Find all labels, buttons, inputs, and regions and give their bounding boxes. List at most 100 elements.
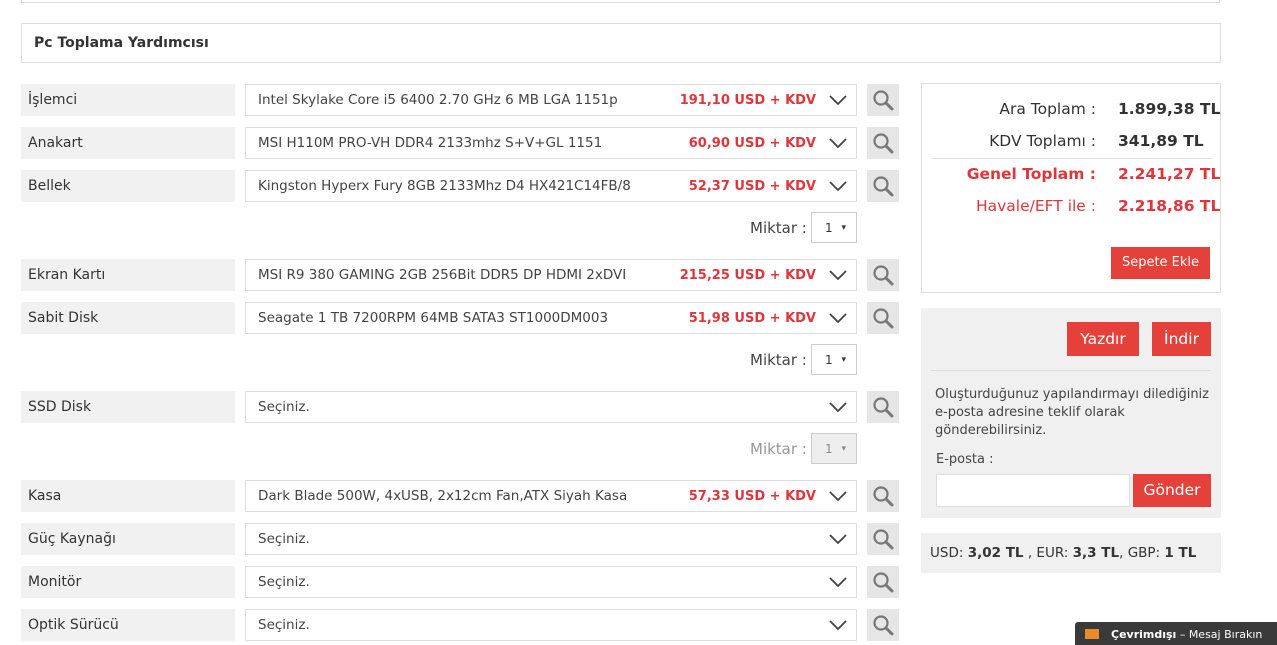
select-value: Kingston Hyperx Fury 8GB 2133Mhz D4 HX42… (258, 178, 631, 194)
chevron-down-icon (829, 620, 847, 631)
chevron-down-icon (829, 138, 847, 149)
grand-total-row: Genel Toplam : 2.241,27 TL (922, 165, 1222, 189)
transfer-total-label: Havale/EFT ile : (975, 197, 1096, 215)
search-button-sabit-disk[interactable] (867, 302, 899, 334)
subtotal-label: Ara Toplam : (999, 100, 1096, 118)
chevron-down-icon (829, 402, 847, 413)
subtotal-value: 1.899,38 TL (1118, 100, 1221, 118)
eur-label: EUR: (1036, 545, 1069, 561)
email-label: E-posta : (936, 452, 994, 467)
search-button-guc-kaynagi[interactable] (867, 523, 899, 555)
rate-separator: , (1119, 545, 1124, 561)
quantity-value: 1 (825, 221, 833, 235)
send-button[interactable]: Gönder (1133, 474, 1211, 507)
search-button-ekran-karti[interactable] (867, 259, 899, 291)
select-monitor[interactable]: Seçiniz. (245, 566, 857, 598)
share-panel: Yazdır İndir Oluşturduğunuz yapılandırma… (921, 308, 1221, 518)
chevron-down-icon (829, 181, 847, 192)
transfer-total-value: 2.218,86 TL (1118, 197, 1221, 215)
gbp-label: GBP: (1127, 545, 1161, 561)
select-guc-kaynagi[interactable]: Seçiniz. (245, 523, 857, 555)
quantity-select-sabit-disk[interactable]: 1 ▾ (811, 344, 857, 375)
select-value: Seçiniz. (258, 617, 310, 633)
summary-divider (932, 158, 1212, 159)
search-button-anakart[interactable] (867, 127, 899, 159)
chevron-down-icon (829, 534, 847, 545)
vat-value: 341,89 TL (1118, 132, 1204, 150)
magnifier-icon (873, 133, 894, 154)
row-label-guc-kaynagi: Güç Kaynağı (21, 523, 235, 555)
add-to-cart-button[interactable]: Sepete Ekle (1111, 247, 1210, 279)
quantity-label: Miktar : (750, 351, 807, 369)
price-label: 57,33 USD + KDV (688, 489, 816, 504)
magnifier-icon (873, 176, 894, 197)
chat-widget[interactable]: Çevrimdışı – Mesaj Bırakın (1075, 622, 1277, 645)
search-button-optik-surucu[interactable] (867, 609, 899, 641)
select-bellek[interactable]: Kingston Hyperx Fury 8GB 2133Mhz D4 HX42… (245, 170, 857, 202)
usd-value: 3,02 TL (967, 545, 1024, 561)
price-label: 60,90 USD + KDV (688, 136, 816, 151)
page-title-box: Pc Toplama Yardımcısı (21, 23, 1221, 63)
row-label-ssd-disk: SSD Disk (21, 391, 235, 423)
search-button-kasa[interactable] (867, 480, 899, 512)
chat-message: – Mesaj Bırakın (1176, 628, 1263, 641)
rate-separator: , (1027, 545, 1033, 561)
chevron-down-icon (829, 491, 847, 502)
caret-down-icon: ▾ (841, 223, 846, 233)
quantity-value: 1 (825, 442, 833, 456)
select-ssd-disk[interactable]: Seçiniz. (245, 391, 857, 423)
quantity-label: Miktar : (750, 219, 807, 237)
caret-down-icon: ▾ (841, 444, 846, 454)
quantity-label: Miktar : (750, 440, 807, 458)
magnifier-icon (873, 90, 894, 111)
row-label-optik-surucu: Optik Sürücü (21, 609, 235, 641)
select-value: Seagate 1 TB 7200RPM 64MB SATA3 ST1000DM… (258, 310, 609, 326)
select-kasa[interactable]: Dark Blade 500W, 4xUSB, 2x12cm Fan,ATX S… (245, 480, 857, 512)
grand-total-label: Genel Toplam : (966, 165, 1096, 183)
search-button-islemci[interactable] (867, 84, 899, 116)
row-label-kasa: Kasa (21, 480, 235, 512)
magnifier-icon (873, 265, 894, 286)
quantity-value: 1 (825, 353, 833, 367)
quantity-select-bellek[interactable]: 1 ▾ (811, 212, 857, 243)
magnifier-icon (873, 572, 894, 593)
chevron-down-icon (829, 270, 847, 281)
select-sabit-disk[interactable]: Seagate 1 TB 7200RPM 64MB SATA3 ST1000DM… (245, 302, 857, 334)
select-value: MSI H110M PRO-VH DDR4 2133mhz S+V+GL 115… (258, 135, 603, 151)
select-value: Dark Blade 500W, 4xUSB, 2x12cm Fan,ATX S… (258, 488, 628, 504)
page-title: Pc Toplama Yardımcısı (34, 35, 209, 51)
select-value: Seçiniz. (258, 574, 310, 590)
select-anakart[interactable]: MSI H110M PRO-VH DDR4 2133mhz S+V+GL 115… (245, 127, 857, 159)
row-label-islemci: İşlemci (21, 84, 235, 116)
usd-label: USD: (930, 545, 964, 561)
chat-status: Çevrimdışı (1111, 628, 1177, 641)
search-button-monitor[interactable] (867, 566, 899, 598)
print-button[interactable]: Yazdır (1067, 322, 1139, 356)
chevron-down-icon (829, 95, 847, 106)
select-value: Intel Skylake Core i5 6400 2.70 GHz 6 MB… (258, 92, 618, 108)
share-description: Oluşturduğunuz yapılandırmayı dilediğini… (935, 387, 1209, 438)
email-field[interactable] (936, 474, 1130, 507)
row-label-sabit-disk: Sabit Disk (21, 302, 235, 334)
magnifier-icon (873, 486, 894, 507)
search-button-bellek[interactable] (867, 170, 899, 202)
quantity-select-ssd-disk: 1 ▾ (811, 433, 857, 464)
select-islemci[interactable]: Intel Skylake Core i5 6400 2.70 GHz 6 MB… (245, 84, 857, 116)
transfer-total-row: Havale/EFT ile : 2.218,86 TL (922, 197, 1222, 221)
download-button[interactable]: İndir (1152, 322, 1211, 356)
row-label-bellek: Bellek (21, 170, 235, 202)
select-value: Seçiniz. (258, 531, 310, 547)
select-ekran-karti[interactable]: MSI R9 380 GAMING 2GB 256Bit DDR5 DP HDM… (245, 259, 857, 291)
currency-rates: USD: 3,02 TL , EUR: 3,3 TL, GBP: 1 TL (921, 533, 1221, 573)
search-button-ssd-disk[interactable] (867, 391, 899, 423)
envelope-icon (1085, 629, 1099, 639)
price-label: 215,25 USD + KDV (679, 268, 816, 283)
subtotal-row: Ara Toplam : 1.899,38 TL (922, 100, 1222, 124)
magnifier-icon (873, 615, 894, 636)
summary-panel: Ara Toplam : 1.899,38 TL KDV Toplamı : 3… (921, 83, 1221, 293)
row-label-anakart: Anakart (21, 127, 235, 159)
share-divider (931, 370, 1211, 371)
grand-total-value: 2.241,27 TL (1118, 165, 1221, 183)
select-optik-surucu[interactable]: Seçiniz. (245, 609, 857, 641)
vat-row: KDV Toplamı : 341,89 TL (922, 132, 1222, 156)
